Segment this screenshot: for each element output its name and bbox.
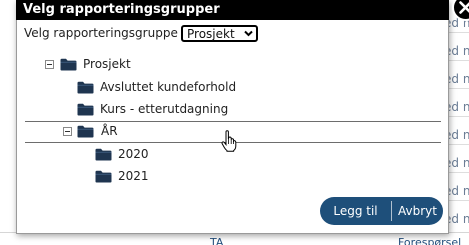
tree-node-avsluttet-kundeforhold[interactable]: Avsluttet kundeforhold (77, 79, 257, 97)
reporting-group-select-value: Prosjekt (187, 27, 235, 41)
tree-node-ar[interactable]: ÅR (63, 123, 183, 141)
close-icon (459, 1, 469, 14)
tree-node-label: 2021 (118, 169, 149, 183)
folder-icon (77, 103, 94, 116)
folder-icon (77, 81, 94, 94)
collapse-toggle[interactable] (45, 60, 54, 69)
dialog-action-buttons: Legg til Avbryt (320, 197, 443, 225)
tree-node-prosjekt[interactable]: Prosjekt (45, 56, 165, 74)
tree-node-label: Avsluttet kundeforhold (100, 80, 237, 94)
add-button[interactable]: Legg til (320, 197, 391, 225)
folder-icon (95, 170, 112, 183)
reporting-group-label: Velg rapporteringsgruppe for (24, 26, 199, 40)
row-hover-border-top (25, 121, 441, 122)
tree-node-label: Prosjekt (83, 57, 131, 71)
cancel-button[interactable]: Avbryt (392, 197, 443, 225)
tree-node-label: ÅR (101, 124, 118, 138)
folder-icon (77, 125, 94, 138)
tree-node-2021[interactable]: 2021 (95, 168, 195, 186)
dialog-titlebar: Velg rapporteringsgrupper (16, 0, 449, 20)
reporting-group-select[interactable]: Prosjekt (181, 25, 258, 42)
chevron-down-icon (244, 30, 253, 37)
reporting-groups-dialog: Velg rapporteringsgrupper Velg rapporter… (16, 0, 469, 234)
collapse-toggle[interactable] (63, 127, 72, 136)
folder-icon (60, 58, 77, 71)
hand-pointer-icon (221, 130, 237, 152)
screen: ed n ed n ed n ed n ed n ed n ed n ed n … (0, 0, 469, 245)
tree-node-label: 2020 (118, 147, 149, 161)
tree-node-2020[interactable]: 2020 (95, 146, 195, 164)
folder-icon (95, 148, 112, 161)
tree-node-kurs-etterutdagning[interactable]: Kurs - etterutdagning (77, 101, 257, 119)
background-cell: TA (210, 236, 224, 245)
dialog-title: Velg rapporteringsgrupper (23, 2, 220, 17)
tree-node-label: Kurs - etterutdagning (100, 102, 229, 116)
background-cell: Forespørsel (398, 236, 462, 245)
